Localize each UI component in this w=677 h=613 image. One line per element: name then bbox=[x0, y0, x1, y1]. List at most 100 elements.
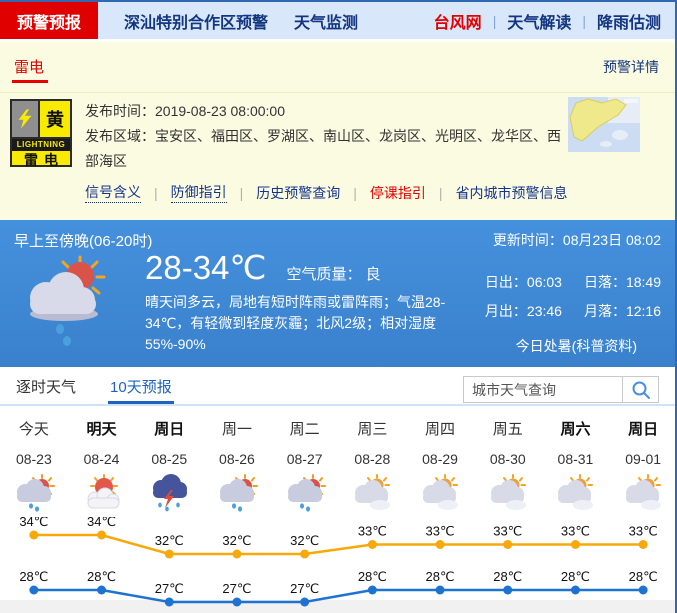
weather-warning-page: 预警预报 深汕特别合作区预警 天气监测 台风网 | 天气解读 | 降雨估测 雷电… bbox=[0, 0, 677, 613]
date-label: 08-29 bbox=[406, 451, 474, 467]
temp-label: 33℃ bbox=[426, 524, 455, 539]
cloudy-sun-icon bbox=[338, 474, 406, 512]
temp-point bbox=[165, 550, 174, 559]
forecast-day-column: 周四08-29 bbox=[406, 410, 474, 512]
temp-label: 28℃ bbox=[87, 569, 116, 584]
date-label: 08-30 bbox=[474, 451, 542, 467]
temp-label: 34℃ bbox=[19, 517, 48, 529]
day-label: 今天 bbox=[0, 418, 68, 439]
separator: | bbox=[582, 2, 586, 39]
separator: | bbox=[353, 185, 357, 201]
ten-day-forecast-grid: 今天08-23明天08-24周日08-25周一08-26周二08-27周三08-… bbox=[0, 410, 677, 512]
temp-point bbox=[436, 540, 445, 549]
link-history-warning-query[interactable]: 历史预警查询 bbox=[256, 183, 340, 203]
separator: | bbox=[439, 185, 443, 201]
publish-time-value: 2019-08-23 08:00:00 bbox=[155, 103, 285, 119]
link-defense-guide[interactable]: 防御指引 bbox=[171, 182, 227, 203]
alert-tab-underline bbox=[12, 80, 48, 83]
link-rainfall-estimate[interactable]: 降雨估测 bbox=[597, 2, 661, 39]
tab-weather-monitor[interactable]: 天气监测 bbox=[294, 2, 358, 39]
day-label: 明天 bbox=[68, 418, 136, 439]
tab-shenshan-warning[interactable]: 深汕特别合作区预警 bbox=[124, 2, 268, 39]
top-nav: 预警预报 深汕特别合作区预警 天气监测 台风网 | 天气解读 | 降雨估测 bbox=[0, 2, 675, 39]
temp-label: 33℃ bbox=[629, 524, 658, 539]
link-province-city-warnings[interactable]: 省内城市预警信息 bbox=[456, 183, 568, 203]
lightning-alert-panel: 雷电 预警详情 黄 LIGHTNING 雷电 发布时间：2019-08-23 0… bbox=[0, 42, 675, 220]
temperature-range: 28-34℃ bbox=[145, 248, 266, 287]
lightning-bolt-icon bbox=[12, 101, 40, 137]
cloud-sun-rain-icon bbox=[203, 474, 271, 512]
temp-point bbox=[503, 586, 512, 595]
temp-label: 33℃ bbox=[561, 524, 590, 539]
forecast-day-column: 周五08-30 bbox=[474, 410, 542, 512]
alert-type-tab[interactable]: 雷电 bbox=[14, 56, 44, 77]
day-label: 周日 bbox=[609, 418, 677, 439]
temperature-line-chart: 34℃34℃32℃32℃32℃33℃33℃33℃33℃33℃28℃28℃27℃2… bbox=[0, 517, 677, 613]
day-label: 周日 bbox=[135, 418, 203, 439]
city-search-input[interactable] bbox=[463, 376, 623, 403]
day-label: 周三 bbox=[338, 418, 406, 439]
temp-point bbox=[571, 586, 580, 595]
link-typhoon-net[interactable]: 台风网 bbox=[434, 2, 482, 39]
temp-point bbox=[368, 586, 377, 595]
current-main-block: 28-34℃ 空气质量： 良 晴天间多云，局地有短时阵雨或雷阵雨；气温28-34… bbox=[145, 248, 463, 355]
date-label: 08-28 bbox=[338, 451, 406, 467]
search-icon bbox=[631, 380, 651, 400]
temp-label: 32℃ bbox=[155, 533, 184, 548]
date-label: 08-25 bbox=[135, 451, 203, 467]
warning-color-label: 黄 bbox=[40, 101, 70, 137]
city-search bbox=[463, 376, 659, 403]
temp-label: 27℃ bbox=[222, 581, 251, 596]
temp-line-high bbox=[34, 535, 643, 554]
tab-hourly-weather[interactable]: 逐时天气 bbox=[14, 371, 78, 404]
day-label: 周一 bbox=[203, 418, 271, 439]
cloud-sun-rain-icon bbox=[271, 474, 339, 512]
nav-pad bbox=[661, 2, 675, 39]
temp-point bbox=[436, 586, 445, 595]
alert-info-text: 发布时间：2019-08-23 08:00:00 发布区域：宝安区、福田区、罗湖… bbox=[85, 99, 563, 174]
temp-label: 32℃ bbox=[290, 533, 319, 548]
solar-term-link[interactable]: 今日处暑(科普资料) bbox=[516, 336, 637, 356]
publish-area-row: 发布区域：宝安区、福田区、罗湖区、南山区、龙岗区、光明区、龙华区、西部海区 bbox=[85, 124, 563, 174]
temp-point bbox=[300, 598, 309, 607]
lightning-yellow-warning-sign-icon: 黄 LIGHTNING 雷电 bbox=[10, 99, 72, 167]
day-label: 周六 bbox=[542, 418, 610, 439]
forecast-day-column: 周日09-01 bbox=[609, 410, 677, 512]
sunrise-time: 日出：06:03 bbox=[485, 272, 562, 292]
tab-warning-forecast[interactable]: 预警预报 bbox=[0, 2, 98, 39]
separator: | bbox=[154, 185, 158, 201]
warning-type-cn: 雷电 bbox=[12, 151, 70, 169]
link-signal-meaning[interactable]: 信号含义 bbox=[85, 182, 141, 203]
temp-point bbox=[232, 550, 241, 559]
moonrise-time: 月出：23:46 bbox=[485, 301, 562, 321]
tab-ten-day-forecast[interactable]: 10天预报 bbox=[108, 371, 174, 404]
separator: | bbox=[493, 2, 497, 39]
forecast-day-column: 周六08-31 bbox=[542, 410, 610, 512]
link-weather-interpretation[interactable]: 天气解读 bbox=[507, 2, 571, 39]
forecast-day-column: 周一08-26 bbox=[203, 410, 271, 512]
temp-point bbox=[29, 586, 38, 595]
date-label: 08-27 bbox=[271, 451, 339, 467]
search-button[interactable] bbox=[623, 376, 659, 403]
temp-point bbox=[639, 540, 648, 549]
temp-label: 27℃ bbox=[290, 581, 319, 596]
moonset-time: 月落：12:16 bbox=[584, 301, 661, 321]
temp-label: 28℃ bbox=[358, 569, 387, 584]
cloud-sun-rain-icon bbox=[0, 474, 68, 512]
publish-area-value: 宝安区、福田区、罗湖区、南山区、龙岗区、光明区、龙华区、西部海区 bbox=[85, 128, 561, 169]
shenzhen-warning-map[interactable] bbox=[568, 97, 640, 152]
temp-point bbox=[368, 540, 377, 549]
temp-point bbox=[97, 531, 106, 540]
alert-detail-link[interactable]: 预警详情 bbox=[603, 57, 659, 77]
temp-label: 34℃ bbox=[87, 517, 116, 529]
day-label: 周二 bbox=[271, 418, 339, 439]
sunset-time: 日落：18:49 bbox=[584, 272, 661, 292]
link-class-suspension-guide[interactable]: 停课指引 bbox=[370, 183, 426, 203]
temp-label: 33℃ bbox=[358, 524, 387, 539]
separator: | bbox=[240, 185, 244, 201]
cloudy-sun-icon bbox=[609, 474, 677, 512]
temp-label: 27℃ bbox=[155, 581, 184, 596]
temp-point bbox=[29, 531, 38, 540]
sun-cloud-icon bbox=[68, 474, 136, 512]
publish-time-label: 发布时间： bbox=[85, 103, 155, 119]
